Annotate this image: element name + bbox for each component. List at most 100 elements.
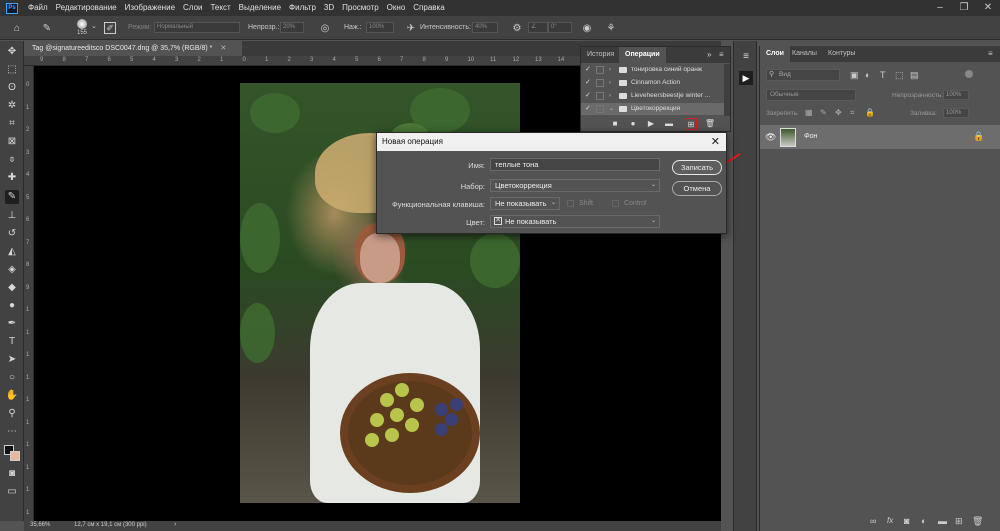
menu-view[interactable]: Просмотр bbox=[338, 0, 383, 16]
set-select[interactable]: Цветокоррекция ⌄ bbox=[490, 179, 660, 192]
close-window-icon[interactable]: ✕ bbox=[976, 0, 1000, 16]
chevron-right-icon[interactable]: › bbox=[609, 77, 611, 89]
tab-history[interactable]: История bbox=[581, 47, 620, 63]
shape-tool-icon[interactable]: ○ bbox=[5, 371, 19, 385]
checkmark-icon[interactable]: ✓ bbox=[585, 90, 591, 102]
menu-type[interactable]: Текст bbox=[206, 0, 234, 16]
record-icon[interactable]: ● bbox=[627, 118, 639, 130]
blur-tool-icon[interactable]: ◆ bbox=[5, 281, 19, 295]
tab-actions[interactable]: Операции bbox=[619, 47, 666, 63]
panel-menu-icon[interactable]: ≡ bbox=[988, 49, 993, 58]
document-tab[interactable]: Tag @signatureeditsco DSC0047.dng @ 35,7… bbox=[24, 41, 242, 56]
crop-tool-icon[interactable]: ⌗ bbox=[5, 117, 19, 131]
menu-select[interactable]: Выделение bbox=[235, 0, 285, 16]
shape-filter-icon[interactable]: ⬚ bbox=[895, 70, 904, 81]
adjustment-layer-icon[interactable]: ◐ bbox=[921, 516, 926, 526]
home-icon[interactable]: ⌂ bbox=[10, 21, 24, 35]
airbrush-icon[interactable]: ✈ bbox=[404, 21, 418, 35]
checkmark-icon[interactable]: ✓ bbox=[585, 77, 591, 89]
actions-panel-icon[interactable]: ▶ bbox=[739, 71, 753, 85]
checkmark-icon[interactable]: ✓ bbox=[585, 64, 591, 76]
delete-layer-icon[interactable]: 🗑 bbox=[972, 516, 983, 527]
quick-mask-icon[interactable]: ◙ bbox=[5, 467, 19, 481]
edit-toolbar-icon[interactable]: ⋯ bbox=[5, 425, 19, 439]
pen-tool-icon[interactable]: ✒ bbox=[5, 317, 19, 331]
trash-icon[interactable]: 🗑 bbox=[704, 118, 716, 130]
zoom-level[interactable]: 35,66% bbox=[30, 522, 50, 528]
eye-icon[interactable]: 👁 bbox=[765, 132, 776, 143]
pixel-filter-icon[interactable]: ▣ bbox=[850, 70, 859, 81]
angle-icon[interactable]: ∠ bbox=[528, 22, 548, 33]
blend-mode-select[interactable]: Обычные bbox=[766, 89, 856, 101]
eyedropper-icon[interactable]: ⌽ bbox=[5, 153, 19, 167]
new-action-icon[interactable]: ⊞ bbox=[685, 118, 697, 130]
play-icon[interactable]: ▶ bbox=[645, 118, 657, 130]
menu-file[interactable]: Файл bbox=[24, 0, 52, 16]
layer-row[interactable]: 👁 Фон 🔒 bbox=[760, 125, 1000, 149]
dodge-tool-icon[interactable]: ● bbox=[5, 299, 19, 313]
paint-bucket-icon[interactable]: ◈ bbox=[5, 263, 19, 277]
action-name-input[interactable]: теплые тона bbox=[490, 158, 660, 171]
add-mask-icon[interactable]: ◙ bbox=[904, 516, 909, 526]
brush-tool-icon[interactable]: ✎ bbox=[40, 21, 54, 35]
stamp-tool-icon[interactable]: ⊥ bbox=[5, 209, 19, 223]
close-icon[interactable]: ✕ bbox=[711, 133, 720, 151]
opacity-field[interactable]: 20% bbox=[280, 22, 304, 33]
checkmark-icon[interactable]: ✓ bbox=[585, 103, 591, 115]
maximize-icon[interactable]: ❐ bbox=[952, 0, 976, 16]
action-set-row-selected[interactable]: ✓ ⌄ Цветокоррекция bbox=[581, 103, 724, 115]
history-panel-icon[interactable]: ≡ bbox=[739, 51, 753, 65]
zoom-tool-icon[interactable]: ⚲ bbox=[5, 407, 19, 421]
color-select[interactable]: ✕ Не показывать ⌄ bbox=[490, 215, 660, 228]
history-brush-icon[interactable]: ↺ bbox=[5, 227, 19, 241]
menu-image[interactable]: Изображение bbox=[121, 0, 179, 16]
pressure-size-icon[interactable]: ◉ bbox=[580, 21, 594, 35]
new-group-icon[interactable]: ▬ bbox=[938, 516, 947, 526]
symmetry-icon[interactable]: ⚘ bbox=[604, 21, 618, 35]
background-color-swatch[interactable] bbox=[10, 451, 20, 461]
minimize-icon[interactable]: – bbox=[928, 0, 952, 16]
marquee-tool-icon[interactable]: ⬚ bbox=[5, 63, 19, 77]
panel-menu-icon[interactable]: ≡ bbox=[719, 50, 724, 59]
menu-filter[interactable]: Фильтр bbox=[285, 0, 320, 16]
settings-gear-icon[interactable]: ⚙ bbox=[510, 21, 524, 35]
shift-checkbox[interactable] bbox=[567, 200, 574, 207]
mode-select[interactable]: Нормальный bbox=[154, 22, 240, 33]
tab-paths[interactable]: Контуры bbox=[822, 46, 861, 62]
lock-position-icon[interactable]: ✥ bbox=[835, 108, 842, 117]
eraser-icon[interactable]: ◭ bbox=[5, 245, 19, 259]
filter-toggle[interactable] bbox=[965, 70, 973, 78]
fill-field[interactable]: 100% bbox=[943, 108, 969, 118]
frame-tool-icon[interactable]: ⊠ bbox=[5, 135, 19, 149]
angle-field[interactable]: 0° bbox=[548, 22, 572, 33]
menu-edit[interactable]: Редактирование bbox=[52, 0, 121, 16]
type-filter-icon[interactable]: T bbox=[880, 70, 886, 80]
type-tool-icon[interactable]: T bbox=[5, 335, 19, 349]
record-button[interactable]: Записать bbox=[672, 160, 722, 175]
hand-tool-icon[interactable]: ✋ bbox=[5, 389, 19, 403]
cancel-button[interactable]: Отмена bbox=[672, 181, 722, 196]
action-set-row[interactable]: ✓ › Cinnamon Action bbox=[581, 77, 724, 89]
link-layers-icon[interactable]: ∞ bbox=[870, 516, 876, 526]
menu-3d[interactable]: 3D bbox=[320, 0, 338, 16]
path-selection-icon[interactable]: ➤ bbox=[5, 353, 19, 367]
chevron-right-icon[interactable]: › bbox=[609, 64, 611, 76]
close-tab-icon[interactable]: ✕ bbox=[220, 45, 226, 52]
lock-artboard-icon[interactable]: ⌗ bbox=[850, 108, 855, 118]
healing-brush-icon[interactable]: ✚ bbox=[5, 171, 19, 185]
action-set-row[interactable]: ✓ › тонировка синий оранж bbox=[581, 64, 724, 76]
intensity-field[interactable]: 40% bbox=[472, 22, 498, 33]
chevron-down-icon[interactable]: ⌄ bbox=[609, 103, 614, 115]
menu-window[interactable]: Окно bbox=[383, 0, 410, 16]
tab-channels[interactable]: Каналы bbox=[786, 46, 823, 62]
menu-help[interactable]: Справка bbox=[409, 0, 448, 16]
new-layer-icon[interactable]: ⊞ bbox=[955, 516, 963, 527]
opacity-field[interactable]: 100% bbox=[943, 90, 969, 100]
magic-wand-icon[interactable]: ✲ bbox=[5, 99, 19, 113]
chevron-down-icon[interactable]: ⌄ bbox=[91, 22, 97, 30]
flow-field[interactable]: 100% bbox=[366, 22, 394, 33]
screen-mode-icon[interactable]: ▭ bbox=[5, 485, 19, 499]
move-tool-icon[interactable]: ✥ bbox=[5, 45, 19, 59]
collapse-panel-icon[interactable]: » bbox=[707, 50, 711, 59]
stop-icon[interactable]: ■ bbox=[609, 118, 621, 130]
